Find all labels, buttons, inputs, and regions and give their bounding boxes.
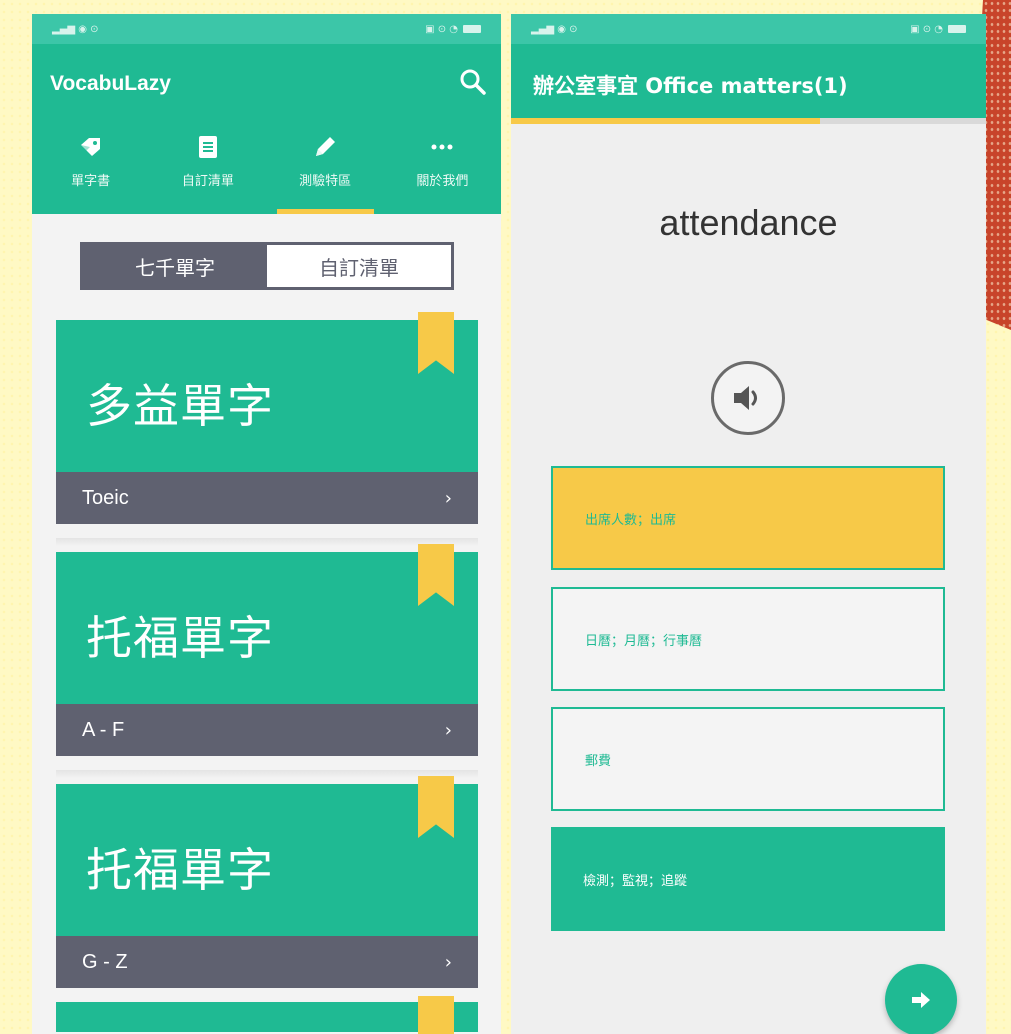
status-right: ▣ ⊙ ◔ <box>910 24 966 35</box>
card-header: 多益單字 <box>56 320 478 472</box>
quiz-title: 辦公室事宜 Office matters(1) <box>533 74 848 98</box>
tab-quiz[interactable]: 測驗特區 <box>267 132 384 214</box>
quiz-card-partial[interactable] <box>56 996 478 1034</box>
battery-icon <box>948 25 966 33</box>
answer-option-2[interactable]: 日曆；月曆；行事曆 <box>551 587 945 691</box>
chevron-right-icon: › <box>444 487 452 509</box>
card-header: 托福單字 <box>56 552 478 704</box>
status-icons: ▣ ⊙ ◔ <box>425 23 458 35</box>
tag-icon <box>80 138 100 156</box>
speaker-icon <box>734 386 757 410</box>
arrow-right-icon <box>912 992 930 1008</box>
pronounce-button[interactable] <box>711 361 785 435</box>
card-title: 多益單字 <box>86 379 274 433</box>
list-icon <box>198 136 217 158</box>
tab-about[interactable]: 關於我們 <box>384 132 501 214</box>
tab-custom-list[interactable]: 自訂清單 <box>149 132 266 214</box>
quiz-progress-bar <box>511 118 986 124</box>
answer-option-1[interactable]: 出席人數；出席 <box>551 466 945 570</box>
quiz-card-toefl-gz[interactable]: 托福單字 G - Z › <box>56 776 478 988</box>
card-divider <box>56 538 478 546</box>
status-right: ▣ ⊙ ◔ <box>425 24 481 35</box>
card-title: 托福單字 <box>86 611 274 665</box>
app-bar: 辦公室事宜 Office matters(1) <box>511 44 986 118</box>
search-icon[interactable] <box>459 68 487 96</box>
signal-icon: ▂▄▆ ◉ ⊙ <box>52 23 99 35</box>
segment-custom-list[interactable]: 自訂清單 <box>267 245 451 287</box>
chevron-right-icon: › <box>444 951 452 973</box>
bookmark-icon <box>418 996 454 1034</box>
tab-label: 自訂清單 <box>181 174 234 189</box>
tab-label: 測驗特區 <box>299 174 352 189</box>
tab-label: 單字書 <box>71 174 111 189</box>
card-footer: A - F › <box>56 704 478 756</box>
tab-label: 關於我們 <box>416 174 469 189</box>
pencil-icon <box>316 137 336 156</box>
card-footer: Toeic › <box>56 472 478 524</box>
right-phone-screen: ▂▄▆ ◉ ⊙ ▣ ⊙ ◔ 辦公室事宜 Office matters(1) at… <box>511 14 986 1034</box>
signal-icon: ▂▄▆ ◉ ⊙ <box>531 23 578 35</box>
status-bar: ▂▄▆ ◉ ⊙ ▣ ⊙ ◔ <box>511 14 986 44</box>
card-header: 托福單字 <box>56 784 478 936</box>
app-bar: VocabuLazy 單字書 自訂清單 測驗特區 關於我們 <box>32 44 501 214</box>
answer-option-3[interactable]: 郵費 <box>551 707 945 811</box>
battery-icon <box>463 25 481 33</box>
card-divider <box>56 770 478 778</box>
left-phone-screen: ▂▄▆ ◉ ⊙ ▣ ⊙ ◔ VocabuLazy 單字書 自訂清單 測驗特區 關… <box>32 14 501 1034</box>
answer-option-4[interactable]: 檢測；監視；追蹤 <box>551 827 945 931</box>
next-button[interactable] <box>885 964 957 1034</box>
card-subtitle: G - Z <box>82 950 128 973</box>
quiz-word: attendance <box>659 202 838 243</box>
status-bar: ▂▄▆ ◉ ⊙ ▣ ⊙ ◔ <box>32 14 501 44</box>
card-title: 托福單字 <box>86 843 274 897</box>
progress-fill <box>511 118 820 124</box>
more-icon <box>431 144 453 150</box>
card-subtitle: A - F <box>82 718 125 741</box>
tab-wordbook[interactable]: 單字書 <box>32 132 149 214</box>
app-title: VocabuLazy <box>50 72 171 95</box>
card-subtitle: Toeic <box>82 486 129 509</box>
status-icons: ▣ ⊙ ◔ <box>910 23 943 35</box>
chevron-right-icon: › <box>444 719 452 741</box>
tab-bar: 單字書 自訂清單 測驗特區 關於我們 <box>32 132 501 214</box>
segment-seven-thousand[interactable]: 七千單字 <box>83 245 267 287</box>
quiz-card-toefl-af[interactable]: 托福單字 A - F › <box>56 544 478 756</box>
card-footer: G - Z › <box>56 936 478 988</box>
quiz-card-toeic[interactable]: 多益單字 Toeic › <box>56 312 478 524</box>
segmented-control: 七千單字 自訂清單 <box>80 242 454 290</box>
